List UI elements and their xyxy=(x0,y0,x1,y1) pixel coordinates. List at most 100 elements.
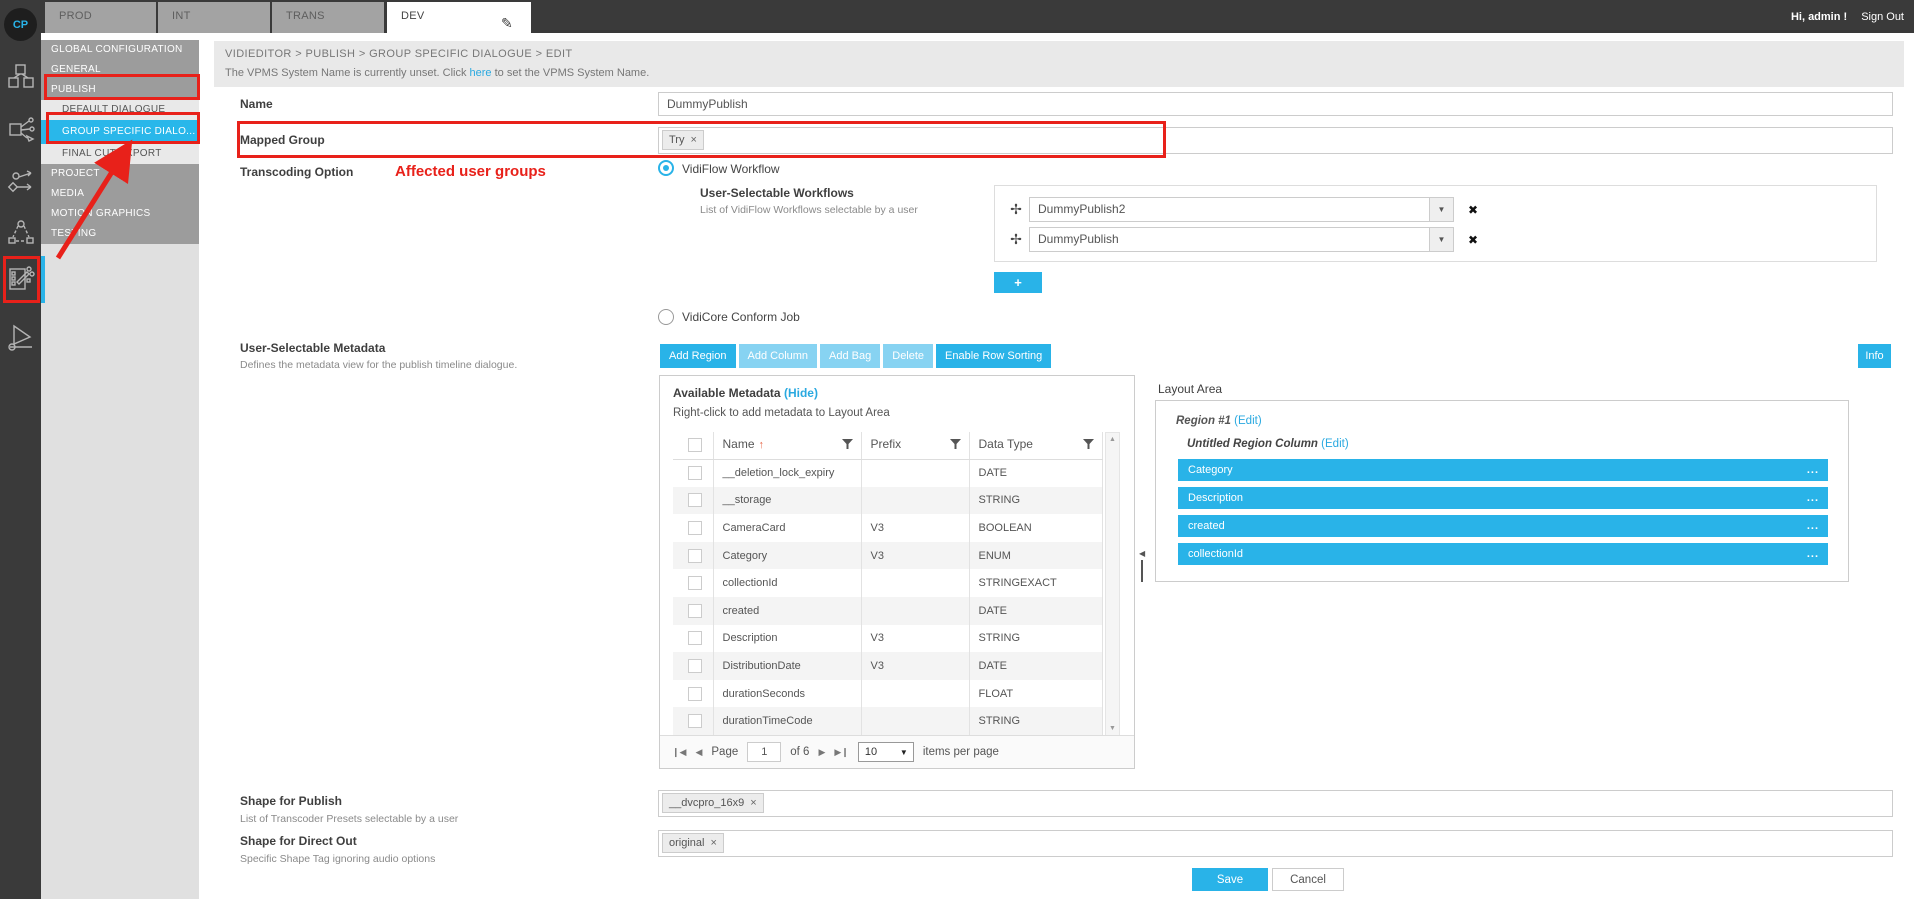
vidiflow-radio[interactable] xyxy=(658,160,674,176)
table-row[interactable]: CameraCardV3BOOLEAN xyxy=(673,514,1103,542)
layout-field-category[interactable]: Category... xyxy=(1178,459,1828,481)
vidicore-radio[interactable] xyxy=(658,309,674,325)
nav-item-default-dialogue[interactable]: DEFAULT DIALOGUE xyxy=(41,100,199,120)
nav-item-testing[interactable]: TESTING xyxy=(41,224,199,244)
page-size-select[interactable]: 10 xyxy=(858,742,914,762)
table-row[interactable]: DescriptionV3STRING xyxy=(673,625,1103,653)
column-header-datatype[interactable]: Data Type xyxy=(969,432,1103,459)
column-header-prefix[interactable]: Prefix xyxy=(861,432,969,459)
breadcrumb: VIDIEDITOR > PUBLISH > GROUP SPECIFIC DI… xyxy=(225,48,1893,60)
nav-item-final-cut-export[interactable]: FINAL CUT EXPORT xyxy=(41,144,199,164)
tab-dev[interactable]: DEV ✎ xyxy=(387,2,531,33)
column-edit-link[interactable]: (Edit) xyxy=(1321,438,1348,450)
more-options-icon[interactable]: ... xyxy=(1807,543,1819,565)
more-options-icon[interactable]: ... xyxy=(1807,487,1819,509)
move-icon[interactable]: ✢ xyxy=(1007,201,1025,218)
filter-funnel-icon[interactable] xyxy=(950,439,961,453)
avatar[interactable]: CP xyxy=(4,8,37,41)
row-checkbox[interactable] xyxy=(688,493,702,507)
shape-publish-input[interactable]: __dvcpro_16x9× xyxy=(658,790,1893,817)
layout-field-description[interactable]: Description... xyxy=(1178,487,1828,509)
next-page-button[interactable]: ▶ xyxy=(818,747,825,758)
row-checkbox[interactable] xyxy=(688,714,702,728)
add-bag-button[interactable]: Add Bag xyxy=(820,344,880,368)
more-options-icon[interactable]: ... xyxy=(1807,515,1819,537)
signout-link[interactable]: Sign Out xyxy=(1861,11,1904,23)
here-link[interactable]: here xyxy=(470,67,492,79)
nav-item-motion-graphics[interactable]: MOTION GRAPHICS xyxy=(41,204,199,224)
row-checkbox[interactable] xyxy=(688,521,702,535)
table-scrollbar[interactable]: ▲▼ xyxy=(1105,432,1120,736)
cell-prefix xyxy=(861,487,969,515)
filter-funnel-icon[interactable] xyxy=(842,439,853,453)
row-checkbox[interactable] xyxy=(688,604,702,618)
chevron-down-icon[interactable]: ▼ xyxy=(1429,198,1453,221)
pen-icon[interactable]: ✎ xyxy=(501,9,513,38)
filter-funnel-icon[interactable] xyxy=(1083,439,1094,453)
cancel-button[interactable]: Cancel xyxy=(1272,868,1344,891)
table-row[interactable]: CategoryV3ENUM xyxy=(673,542,1103,570)
remove-workflow-icon[interactable]: ✖ xyxy=(1468,203,1478,217)
table-row[interactable]: createdDATE xyxy=(673,597,1103,625)
region-edit-link[interactable]: (Edit) xyxy=(1234,415,1261,427)
tab-int[interactable]: INT xyxy=(158,2,270,33)
column-header-name[interactable]: Name↑ xyxy=(713,432,861,459)
flow-arrows-icon[interactable] xyxy=(5,164,36,198)
save-button[interactable]: Save xyxy=(1192,868,1268,891)
row-checkbox[interactable] xyxy=(688,687,702,701)
first-page-button[interactable]: ❙◀ xyxy=(672,747,686,758)
name-input[interactable] xyxy=(658,92,1893,116)
nav-item-project[interactable]: PROJECT xyxy=(41,164,199,184)
row-checkbox[interactable] xyxy=(688,549,702,563)
add-region-button[interactable]: Add Region xyxy=(660,344,736,368)
row-checkbox[interactable] xyxy=(688,659,702,673)
play-vector-icon[interactable] xyxy=(5,320,36,354)
mapped-group-input[interactable]: Try× xyxy=(658,127,1893,154)
scroll-down-icon[interactable]: ▼ xyxy=(1106,725,1119,732)
add-column-button[interactable]: Add Column xyxy=(739,344,818,368)
video-editor-icon[interactable] xyxy=(5,262,36,296)
move-icon[interactable]: ✢ xyxy=(1007,231,1025,248)
tag-close-icon[interactable]: × xyxy=(710,837,716,849)
table-row[interactable]: durationSecondsFLOAT xyxy=(673,680,1103,708)
tab-trans[interactable]: TRANS xyxy=(272,2,384,33)
delete-button[interactable]: Delete xyxy=(883,344,933,368)
table-row[interactable]: durationTimeCodeSTRING xyxy=(673,707,1103,735)
table-row[interactable]: __deletion_lock_expiryDATE xyxy=(673,459,1103,487)
tag-close-icon[interactable]: × xyxy=(690,134,696,146)
select-all-checkbox[interactable] xyxy=(688,438,702,452)
remove-workflow-icon[interactable]: ✖ xyxy=(1468,233,1478,247)
scroll-up-icon[interactable]: ▲ xyxy=(1106,436,1119,443)
page-number-input[interactable] xyxy=(747,742,781,762)
tab-prod[interactable]: PROD xyxy=(45,2,156,33)
row-checkbox[interactable] xyxy=(688,576,702,590)
shape-directout-input[interactable]: original× xyxy=(658,830,1893,857)
nav-item-group-specific-dialo[interactable]: GROUP SPECIFIC DIALO... xyxy=(41,120,199,144)
hide-link[interactable]: (Hide) xyxy=(784,386,818,400)
layout-field-created[interactable]: created... xyxy=(1178,515,1828,537)
chevron-down-icon[interactable]: ▼ xyxy=(1429,228,1453,251)
row-checkbox[interactable] xyxy=(688,631,702,645)
panel-splitter[interactable]: ◀ xyxy=(1139,549,1147,589)
workflow-select[interactable]: DummyPublish2▼ xyxy=(1029,197,1454,222)
nav-item-media[interactable]: MEDIA xyxy=(41,184,199,204)
table-row[interactable]: __storageSTRING xyxy=(673,487,1103,515)
row-checkbox[interactable] xyxy=(688,466,702,480)
workflow-select[interactable]: DummyPublish▼ xyxy=(1029,227,1454,252)
add-workflow-button[interactable]: + xyxy=(994,272,1042,293)
layout-field-collectionid[interactable]: collectionId... xyxy=(1178,543,1828,565)
more-options-icon[interactable]: ... xyxy=(1807,459,1819,481)
tag-close-icon[interactable]: × xyxy=(750,797,756,809)
node-click-icon[interactable] xyxy=(5,112,36,146)
table-row[interactable]: DistributionDateV3DATE xyxy=(673,652,1103,680)
triangle-network-icon[interactable] xyxy=(5,216,36,250)
nav-item-global-configuration[interactable]: GLOBAL CONFIGURATION xyxy=(41,40,199,60)
nav-item-general[interactable]: GENERAL xyxy=(41,60,199,80)
last-page-button[interactable]: ▶❙ xyxy=(834,747,848,758)
prev-page-button[interactable]: ◀ xyxy=(695,747,702,758)
info-button[interactable]: Info xyxy=(1858,344,1891,368)
cubes-icon[interactable] xyxy=(5,60,36,94)
table-row[interactable]: collectionIdSTRINGEXACT xyxy=(673,569,1103,597)
enable-row-sorting-button[interactable]: Enable Row Sorting xyxy=(936,344,1051,368)
nav-item-publish[interactable]: PUBLISH xyxy=(41,80,199,100)
